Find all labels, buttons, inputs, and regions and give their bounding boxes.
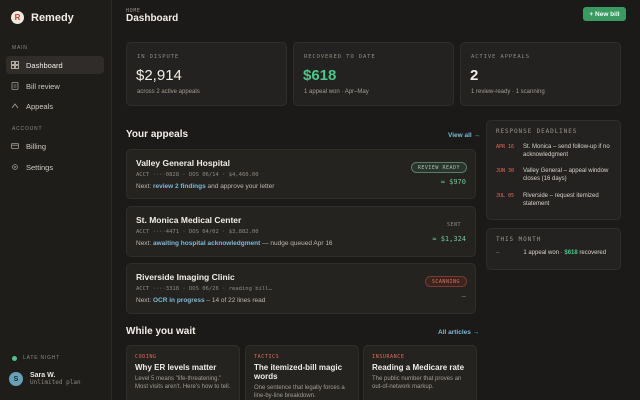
appeal-account: ACCT ····4471 · DOS 04/02 · $3,882.00 — [136, 229, 259, 235]
appeal-name: Valley General Hospital — [136, 158, 231, 168]
stat-sub: 1 review-ready · 1 scanning — [471, 89, 545, 95]
stat-card-in-dispute: IN DISPUTE $2,914 across 2 active appeal… — [126, 42, 287, 106]
article-card[interactable]: INSURANCE Reading a Medicare rate The pu… — [363, 345, 477, 400]
deadlines-title: RESPONSE DEADLINES — [496, 128, 578, 135]
sidebar-item-label: Dashboard — [26, 60, 63, 70]
page-title: Dashboard — [126, 13, 179, 24]
sidebar-section-account: ACCOUNT — [12, 126, 43, 132]
this-month-panel: THIS MONTH – 1 appeal won · $618 recover… — [486, 228, 621, 270]
article-tag: TACTICS — [254, 354, 280, 360]
appeal-card-riverside[interactable]: Riverside Imaging Clinic ACCT ····3318 ·… — [126, 263, 476, 314]
appeals-title: Your appeals — [126, 129, 189, 140]
appeal-amount: — — [461, 292, 466, 300]
this-month-dash: – — [496, 250, 500, 256]
article-body: The public number that proves an out-of-… — [372, 376, 462, 391]
sidebar-item-bill-review[interactable]: Bill review — [6, 77, 104, 95]
article-title: Why ER levels matter — [135, 363, 217, 372]
deadline-item[interactable]: APR 16 St. Monica – send follow-up if no… — [496, 143, 616, 159]
stat-sub: across 2 active appeals — [137, 89, 200, 95]
appeal-card-valley-general[interactable]: Valley General Hospital ACCT ····0828 · … — [126, 149, 476, 199]
article-title: Reading a Medicare rate — [372, 363, 465, 372]
sidebar: R Remedy MAIN Dashboard Bill review Appe… — [0, 0, 112, 400]
brand[interactable]: R Remedy — [11, 11, 74, 24]
arrow-icon — [11, 102, 19, 110]
next-step-link[interactable]: review 2 findings — [153, 183, 206, 190]
appeal-name: Riverside Imaging Clinic — [136, 272, 235, 282]
appeal-amount: ≈ $970 — [440, 178, 466, 186]
sidebar-item-settings[interactable]: Settings — [6, 158, 104, 176]
deadline-text: St. Monica – send follow-up if no acknow… — [523, 144, 610, 159]
sidebar-item-label: Appeals — [26, 101, 54, 111]
article-title: The itemized-bill magic words — [254, 363, 343, 382]
stat-value: 2 — [470, 67, 479, 84]
article-tag: INSURANCE — [372, 354, 405, 360]
status-dot-icon — [12, 355, 17, 361]
appeal-card-st-monica[interactable]: St. Monica Medical Center ACCT ····4471 … — [126, 206, 476, 257]
next-step-link[interactable]: awaiting hospital acknowledgment — [153, 240, 260, 247]
deadline-date: JUL 05 — [496, 193, 515, 199]
gear-icon — [11, 163, 19, 171]
article-card[interactable]: TACTICS The itemized-bill magic words On… — [245, 345, 359, 400]
card-icon — [11, 142, 19, 150]
sidebar-item-label: Bill review — [26, 81, 60, 91]
document-icon — [11, 82, 19, 90]
user-profile[interactable]: S Sara W. Unlimited plan — [9, 372, 81, 386]
grid-icon — [11, 61, 19, 69]
articles-title: While you wait — [126, 326, 196, 337]
article-tag: CODING — [135, 354, 157, 360]
stat-label: IN DISPUTE — [137, 54, 180, 60]
sidebar-section-main: MAIN — [12, 45, 28, 51]
stat-label: RECOVERED TO DATE — [304, 54, 376, 60]
appeal-account: ACCT ····3318 · DOS 06/26 · reading bill… — [136, 286, 272, 292]
avatar: S — [9, 372, 23, 386]
sidebar-item-appeals[interactable]: Appeals — [6, 97, 104, 115]
sidebar-item-label: Settings — [26, 162, 54, 172]
deadline-text: Valley General – appeal window closes (1… — [523, 168, 609, 183]
stat-sub: 1 appeal won · Apr–May — [304, 89, 369, 95]
article-body: Level 5 means "life-threatening." Most v… — [135, 376, 231, 391]
user-plan: Unlimited plan — [30, 379, 81, 386]
late-night-label: LATE NIGHT — [23, 355, 61, 361]
stat-label: ACTIVE APPEALS — [471, 54, 530, 60]
this-month-title: THIS MONTH — [496, 236, 542, 243]
this-month-summary: – 1 appeal won · $618 recovered — [496, 250, 607, 256]
response-deadlines-panel: RESPONSE DEADLINES APR 16 St. Monica – s… — [486, 120, 621, 220]
view-all-link[interactable]: View all → — [448, 132, 480, 139]
appeal-next-step: Next: awaiting hospital acknowledgment —… — [136, 240, 333, 247]
deadline-item[interactable]: JUL 05 Riverside – request itemized stat… — [496, 192, 616, 208]
stat-value: $2,914 — [136, 67, 182, 84]
new-bill-button[interactable]: + New bill — [583, 7, 626, 21]
sidebar-item-billing[interactable]: Billing — [6, 137, 104, 155]
deadline-date: APR 16 — [496, 144, 515, 150]
appeal-amount: ≈ $1,324 — [432, 235, 466, 243]
all-articles-link[interactable]: All articles → — [438, 329, 479, 336]
appeal-name: St. Monica Medical Center — [136, 215, 242, 225]
next-step-link[interactable]: OCR in progress — [153, 297, 205, 304]
deadline-item[interactable]: JUN 30 Valley General – appeal window cl… — [496, 167, 616, 183]
status-badge: REVIEW READY — [410, 162, 467, 173]
stat-card-active-appeals: ACTIVE APPEALS 2 1 review-ready · 1 scan… — [460, 42, 621, 106]
deadline-text: Riverside – request itemized statement — [523, 193, 599, 208]
status-badge: SENT — [446, 221, 461, 228]
appeal-next-step: Next: review 2 findings and approve your… — [136, 183, 275, 190]
stat-card-recovered: RECOVERED TO DATE $618 1 appeal won · Ap… — [293, 42, 454, 106]
recovered-amount: $618 — [564, 250, 578, 256]
status-badge: SCANNING — [424, 276, 467, 287]
appeal-account: ACCT ····0828 · DOS 06/14 · $4,460.00 — [136, 172, 259, 178]
stat-value: $618 — [303, 67, 337, 84]
brand-logo: R — [11, 11, 24, 24]
appeal-next-step: Next: OCR in progress – 14 of 22 lines r… — [136, 297, 266, 304]
article-card[interactable]: CODING Why ER levels matter Level 5 mean… — [126, 345, 240, 400]
article-body: One sentence that legally forces a line-… — [254, 385, 345, 400]
sidebar-item-label: Billing — [26, 141, 47, 151]
brand-name: Remedy — [31, 11, 74, 24]
user-name: Sara W. — [30, 372, 56, 379]
deadline-date: JUN 30 — [496, 168, 515, 174]
late-night-indicator: LATE NIGHT — [12, 355, 60, 361]
sidebar-item-dashboard[interactable]: Dashboard — [6, 56, 104, 74]
